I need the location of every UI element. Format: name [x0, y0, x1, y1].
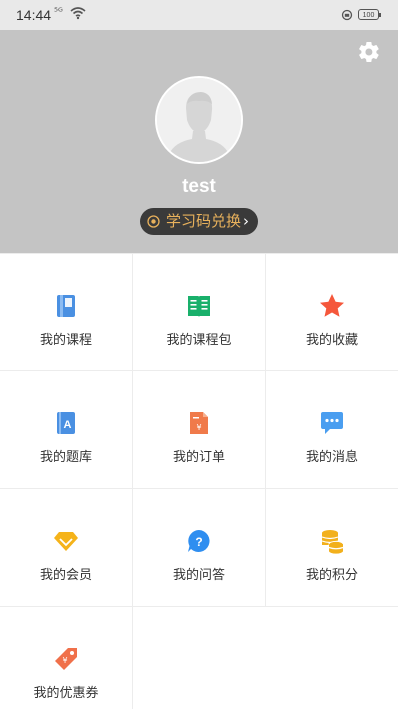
signal-icon: ⁵ᴳ: [54, 7, 63, 18]
redeem-code-label: 学习码兑换: [166, 212, 242, 230]
avatar[interactable]: [155, 76, 243, 164]
question-bank-icon: A: [57, 412, 75, 434]
menu-item-my-favorites[interactable]: 我的收藏: [266, 253, 398, 371]
chevron-right-icon: ›: [243, 212, 249, 230]
message-icon: [321, 412, 343, 434]
user-placeholder-icon: [157, 78, 241, 162]
alarm-icon: [341, 9, 353, 21]
menu-item-label: 我的订单: [172, 450, 225, 465]
menu-item-label: 我的会员: [39, 568, 92, 583]
wifi-icon: [70, 7, 86, 20]
menu-item-my-qa[interactable]: ? 我的问答: [133, 489, 266, 607]
menu-item-label: 我的课程包: [166, 333, 232, 348]
course-book-icon: [57, 295, 75, 317]
course-package-icon: [188, 296, 210, 317]
menu-item-my-points[interactable]: 我的积分: [266, 489, 398, 607]
menu-item-my-membership[interactable]: 我的会员: [0, 489, 133, 607]
gear-icon[interactable]: [357, 40, 381, 64]
menu-item-my-courses[interactable]: 我的课程: [0, 253, 133, 371]
menu-item-label: 我的收藏: [305, 333, 358, 348]
order-icon: ¥: [190, 412, 208, 434]
menu-item-label: 我的题库: [39, 450, 92, 465]
status-time: 14:44: [16, 7, 52, 23]
svg-text:A: A: [64, 419, 72, 431]
svg-text:¥: ¥: [62, 656, 67, 665]
menu-item-label: 我的课程: [39, 333, 92, 348]
star-icon: [320, 294, 344, 317]
coins-icon: [321, 530, 344, 554]
menu-item-my-coupons[interactable]: ¥ 我的优惠券: [0, 607, 133, 709]
coupon-icon: ¥: [55, 648, 77, 670]
menu-item-my-orders[interactable]: ¥ 我的订单: [133, 371, 266, 489]
username: test: [182, 176, 216, 197]
qa-icon: ?: [188, 530, 210, 552]
redeem-code-button[interactable]: 学习码兑换 ›: [140, 208, 258, 235]
menu-item-label: 我的优惠券: [33, 686, 99, 701]
menu-item-my-question-bank[interactable]: A 我的题库: [0, 371, 133, 489]
svg-text:?: ?: [195, 535, 202, 549]
status-bar: 14:44 ⁵ᴳ 100: [0, 0, 398, 30]
badge-icon: [147, 215, 160, 228]
svg-text:¥: ¥: [196, 423, 201, 432]
vip-gem-icon: [54, 532, 78, 551]
battery-icon: 100: [358, 9, 381, 20]
menu-item-label: 我的问答: [172, 568, 225, 583]
profile-header: test 学习码兑换 ›: [0, 30, 398, 253]
menu-item-my-messages[interactable]: 我的消息: [266, 371, 398, 489]
menu-item-label: 我的积分: [305, 568, 358, 583]
menu-item-label: 我的消息: [305, 450, 358, 465]
menu-item-my-course-packages[interactable]: 我的课程包: [133, 253, 266, 371]
